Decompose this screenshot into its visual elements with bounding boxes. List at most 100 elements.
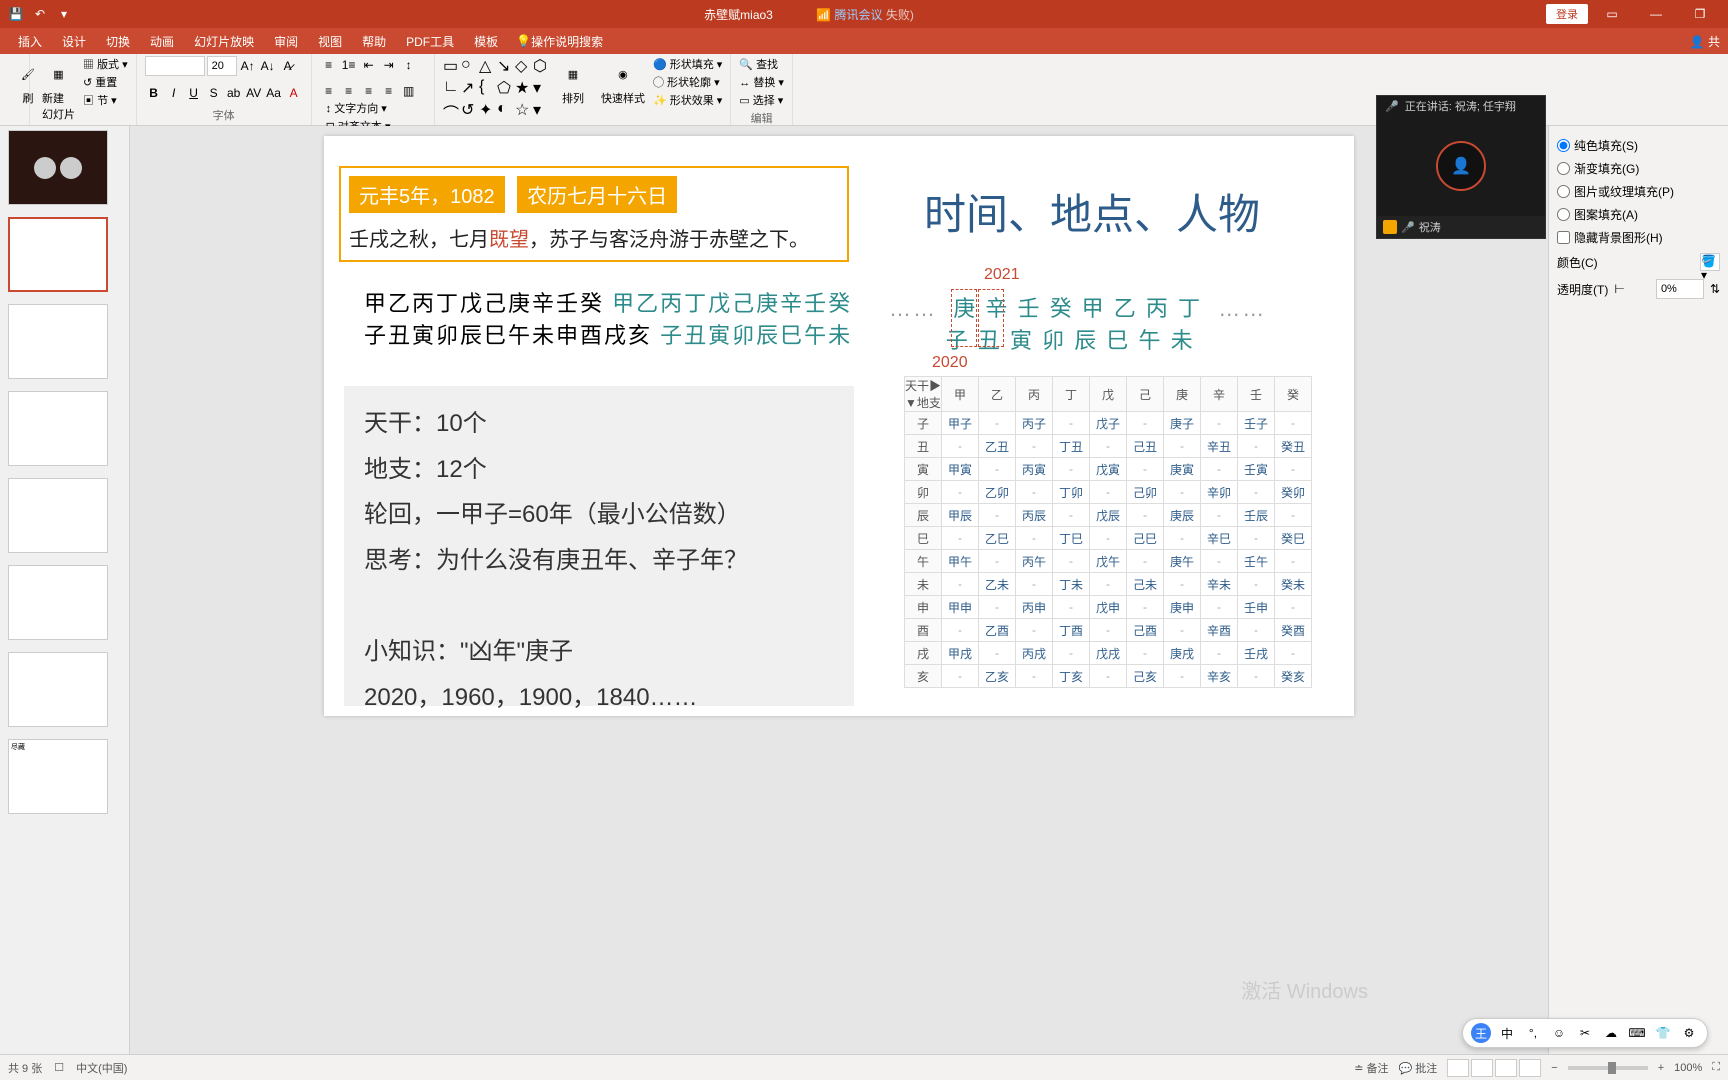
menu-view[interactable]: 视图: [308, 29, 352, 54]
ime-keyboard-icon[interactable]: ⌨: [1627, 1023, 1647, 1043]
ime-emoji-icon[interactable]: ☺: [1549, 1023, 1569, 1043]
opt-solid-fill[interactable]: 纯色填充(S): [1557, 134, 1720, 157]
tell-me-search[interactable]: 💡 操作说明搜索: [516, 33, 603, 50]
ime-cut-icon[interactable]: ✂: [1575, 1023, 1595, 1043]
shape-outline-button[interactable]: ◯ 形状轮廓 ▾: [653, 74, 722, 90]
menu-transition[interactable]: 切换: [96, 29, 140, 54]
line-spacing-icon[interactable]: ↕: [400, 56, 418, 74]
bold-icon[interactable]: B: [145, 84, 163, 102]
zoom-out-icon[interactable]: −: [1551, 1062, 1557, 1074]
ime-toolbar[interactable]: 王 中 °, ☺ ✂ ☁ ⌨ 👕 ⚙: [1462, 1018, 1708, 1048]
slide-thumb-1[interactable]: [8, 130, 108, 205]
redo-icon[interactable]: ▾: [56, 6, 72, 22]
align-center-icon[interactable]: ≡: [340, 82, 358, 100]
maximize-icon[interactable]: ❐: [1680, 0, 1720, 28]
quick-style-button[interactable]: ◉快速样式: [597, 56, 649, 108]
shadow-icon[interactable]: S: [205, 84, 223, 102]
font-color-icon[interactable]: A: [285, 84, 303, 102]
sorter-view-icon[interactable]: [1471, 1059, 1493, 1077]
opt-gradient-fill[interactable]: 渐变填充(G): [1557, 157, 1720, 180]
zoom-slider[interactable]: [1568, 1066, 1648, 1070]
reading-view-icon[interactable]: [1495, 1059, 1517, 1077]
notes-button[interactable]: ≐ 备注: [1354, 1060, 1388, 1076]
slide[interactable]: 元丰5年，1082 农历七月十六日 壬戌之秋，七月既望，苏子与客泛舟游于赤壁之下…: [324, 136, 1354, 716]
underline-icon[interactable]: U: [185, 84, 203, 102]
slide-thumb-4[interactable]: [8, 391, 108, 466]
shapes-gallery[interactable]: ▭○△↘◇⬡ ∟↗{⬠★▾ ⌒↺✦◐☆▾: [443, 56, 549, 124]
decrease-font-icon[interactable]: A↓: [259, 57, 277, 75]
clear-format-icon[interactable]: A̷: [279, 57, 297, 75]
slide-thumb-5[interactable]: [8, 478, 108, 553]
align-right-icon[interactable]: ≡: [360, 82, 378, 100]
spinner-icon[interactable]: ⇅: [1710, 282, 1720, 296]
normal-view-icon[interactable]: [1447, 1059, 1469, 1077]
slideshow-view-icon[interactable]: [1519, 1059, 1541, 1077]
undo-icon[interactable]: ↶: [32, 6, 48, 22]
strike-icon[interactable]: ab: [225, 84, 243, 102]
reset-button[interactable]: ↺ 重置: [83, 74, 128, 90]
menu-help[interactable]: 帮助: [352, 29, 396, 54]
ime-punct-icon[interactable]: °,: [1523, 1023, 1543, 1043]
slide-thumb-7[interactable]: [8, 652, 108, 727]
slide-thumb-6[interactable]: [8, 565, 108, 640]
ime-logo-icon[interactable]: 王: [1471, 1023, 1491, 1043]
minimize-icon[interactable]: —: [1636, 0, 1676, 28]
italic-icon[interactable]: I: [165, 84, 183, 102]
comments-button[interactable]: 💬 批注: [1399, 1060, 1438, 1076]
change-case-icon[interactable]: Aa: [265, 84, 283, 102]
columns-icon[interactable]: ▥: [400, 82, 418, 100]
slide-canvas[interactable]: 元丰5年，1082 农历七月十六日 壬戌之秋，七月既望，苏子与客泛舟游于赤壁之下…: [130, 126, 1548, 1054]
increase-font-icon[interactable]: A↑: [239, 57, 257, 75]
menu-pdf[interactable]: PDF工具: [396, 29, 464, 54]
opt-hide-bg[interactable]: 隐藏背景图形(H): [1557, 226, 1720, 249]
color-picker[interactable]: 🪣▾: [1700, 253, 1720, 271]
ime-cloud-icon[interactable]: ☁: [1601, 1023, 1621, 1043]
save-icon[interactable]: 💾: [8, 6, 24, 22]
font-name-input[interactable]: [145, 56, 205, 76]
menu-review[interactable]: 审阅: [264, 29, 308, 54]
menu-slideshow[interactable]: 幻灯片放映: [184, 29, 264, 54]
shape-fill-button[interactable]: 🔵 形状填充 ▾: [653, 56, 722, 72]
language-label[interactable]: 中文(中国): [76, 1060, 127, 1076]
transparency-input[interactable]: [1656, 279, 1704, 299]
spacing-icon[interactable]: AV: [245, 84, 263, 102]
ime-cn-icon[interactable]: 中: [1497, 1023, 1517, 1043]
slide-thumb-8[interactable]: 尽藏: [8, 739, 108, 814]
arrange-button[interactable]: ▦排列: [553, 56, 593, 108]
ime-skin-icon[interactable]: 👕: [1653, 1023, 1673, 1043]
ime-settings-icon[interactable]: ⚙: [1679, 1023, 1699, 1043]
share-button[interactable]: 👤 共: [1690, 33, 1728, 50]
layout-button[interactable]: ▦ 版式 ▾: [83, 56, 128, 72]
bullets-icon[interactable]: ≡: [320, 56, 338, 74]
section-button[interactable]: ▣ 节 ▾: [83, 92, 128, 108]
find-button[interactable]: 🔍 查找: [739, 56, 784, 72]
align-left-icon[interactable]: ≡: [320, 82, 338, 100]
opt-pattern-fill[interactable]: 图案填充(A): [1557, 203, 1720, 226]
justify-icon[interactable]: ≡: [380, 82, 398, 100]
slide-count-label[interactable]: 共 9 张: [8, 1060, 42, 1076]
slide-thumb-3[interactable]: [8, 304, 108, 379]
slide-text-box[interactable]: 元丰5年，1082 农历七月十六日 壬戌之秋，七月既望，苏子与客泛舟游于赤壁之下…: [339, 166, 849, 262]
numbering-icon[interactable]: 1≡: [340, 56, 358, 74]
shape-rect-icon[interactable]: ▭: [443, 56, 459, 76]
slide-thumb-2[interactable]: [8, 217, 108, 292]
replace-button[interactable]: ↔ 替换 ▾: [739, 74, 784, 90]
new-slide-button[interactable]: ▦新建 幻灯片: [38, 56, 79, 124]
menu-template[interactable]: 模板: [464, 29, 508, 54]
menu-animation[interactable]: 动画: [140, 29, 184, 54]
font-size-input[interactable]: [207, 56, 237, 76]
indent-dec-icon[interactable]: ⇤: [360, 56, 378, 74]
indent-inc-icon[interactable]: ⇥: [380, 56, 398, 74]
zoom-label[interactable]: 100%: [1674, 1062, 1702, 1074]
login-button[interactable]: 登录: [1546, 4, 1588, 24]
opt-picture-fill[interactable]: 图片或纹理填充(P): [1557, 180, 1720, 203]
thumbnail-pane[interactable]: 尽藏: [0, 126, 130, 1054]
menu-design[interactable]: 设计: [52, 29, 96, 54]
meeting-video-overlay[interactable]: 🎤正在讲话: 祝涛; 任宇翔 👤 🎤祝涛: [1376, 95, 1546, 239]
menu-insert[interactable]: 插入: [8, 29, 52, 54]
zoom-in-icon[interactable]: +: [1658, 1062, 1664, 1074]
accessibility-icon[interactable]: ☐: [54, 1061, 64, 1074]
select-button[interactable]: ▭ 选择 ▾: [739, 92, 784, 108]
shape-effect-button[interactable]: ✨ 形状效果 ▾: [653, 92, 722, 108]
fit-window-icon[interactable]: ⛶: [1712, 1061, 1720, 1074]
